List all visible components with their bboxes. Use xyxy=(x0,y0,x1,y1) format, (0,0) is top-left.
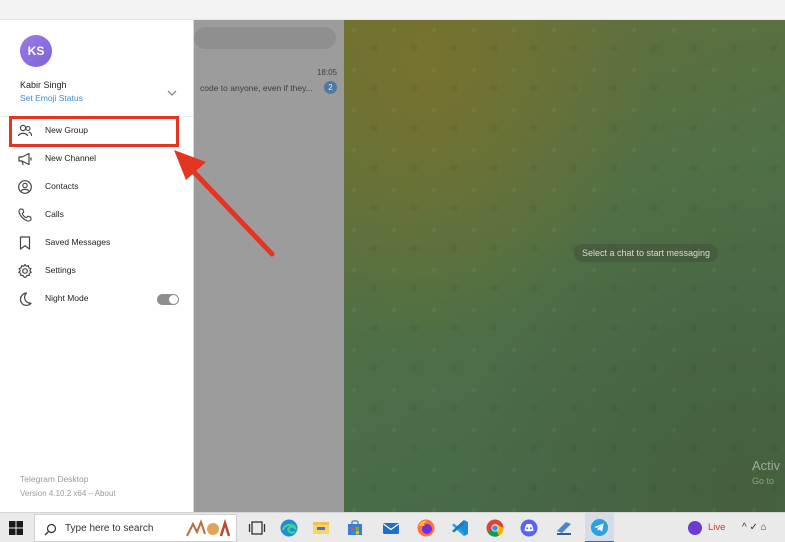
telegram-taskbar-button[interactable] xyxy=(585,513,614,542)
search-icon xyxy=(44,523,57,536)
contact-icon xyxy=(18,180,32,194)
avatar[interactable]: KS xyxy=(20,35,52,67)
menu-item-saved-messages[interactable]: Saved Messages xyxy=(0,230,193,256)
moon-icon xyxy=(19,292,32,306)
menu-item-calls[interactable]: Calls xyxy=(0,202,193,228)
menu-item-label: Saved Messages xyxy=(45,237,111,247)
menu-item-night-mode[interactable]: Night Mode xyxy=(0,286,193,312)
gear-icon xyxy=(18,263,32,278)
empty-chat-hint: Select a chat to start messaging xyxy=(574,244,719,262)
chat-list-panel: 18:05 code to anyone, even if they... 2 xyxy=(194,20,344,512)
taskbar-search-box[interactable]: Type here to search xyxy=(34,514,237,542)
night-mode-toggle[interactable] xyxy=(157,294,179,305)
windows-taskbar: Type here to search Live ^ ✓ ⌂ xyxy=(0,512,785,542)
search-highlight-illustration xyxy=(186,518,231,537)
megaphone-icon xyxy=(18,152,32,166)
live-indicator[interactable]: Live xyxy=(688,520,738,536)
mail-icon[interactable] xyxy=(381,518,401,538)
chat-time: 18:05 xyxy=(316,68,337,77)
menu-item-label: New Channel xyxy=(45,153,97,163)
system-tray[interactable]: ^ ✓ ⌂ xyxy=(742,522,767,533)
version-about-link[interactable]: Version 4.10.2 x64 – About xyxy=(20,489,116,498)
menu-item-label: Contacts xyxy=(45,181,79,191)
vscode-icon[interactable] xyxy=(450,518,470,538)
chevron-down-icon[interactable] xyxy=(166,88,178,98)
screen: 18:05 code to anyone, even if they... 2 … xyxy=(0,0,785,542)
chat-preview-text[interactable]: code to anyone, even if they... xyxy=(200,83,313,93)
red-arrow-annotation xyxy=(174,150,275,257)
windows-activation-watermark: Activ xyxy=(752,458,781,473)
app-name-footer: Telegram Desktop xyxy=(20,474,89,484)
microsoft-store-icon[interactable] xyxy=(345,518,365,538)
live-dot-icon xyxy=(688,521,702,535)
menu-item-label: Calls xyxy=(45,209,64,219)
telegram-icon xyxy=(590,518,609,537)
menu-item-settings[interactable]: Settings xyxy=(0,258,193,284)
chat-search-input[interactable] xyxy=(194,27,336,49)
windows-start-icon[interactable] xyxy=(8,520,24,536)
menu-item-label: Settings xyxy=(45,265,76,275)
file-explorer-icon[interactable] xyxy=(311,518,331,538)
chat-background: Select a chat to start messaging Activ G… xyxy=(344,20,785,512)
windows-activation-watermark-sub: Go to xyxy=(752,476,775,486)
discord-icon[interactable] xyxy=(519,518,539,538)
new-group-highlight-annotation xyxy=(9,116,179,147)
live-label: Live xyxy=(708,522,726,533)
menu-item-contacts[interactable]: Contacts xyxy=(0,174,193,200)
unread-badge: 2 xyxy=(324,81,337,94)
bookmark-icon xyxy=(19,236,31,250)
taskbar-search-placeholder: Type here to search xyxy=(65,523,154,534)
main-menu-sidebar: KS Kabir Singh Set Emoji Status New Grou… xyxy=(0,20,194,512)
window-top-strip xyxy=(0,0,785,20)
phone-icon xyxy=(18,208,32,222)
menu-item-new-channel[interactable]: New Channel xyxy=(0,146,193,172)
task-view-icon[interactable] xyxy=(247,518,267,538)
edge-browser-icon[interactable] xyxy=(279,518,299,538)
chrome-icon[interactable] xyxy=(485,518,505,538)
app-icon[interactable] xyxy=(554,518,574,538)
set-emoji-status-link[interactable]: Set Emoji Status xyxy=(20,93,83,103)
profile-name: Kabir Singh xyxy=(20,80,67,90)
menu-item-label: Night Mode xyxy=(45,293,89,303)
firefox-icon[interactable] xyxy=(416,518,436,538)
